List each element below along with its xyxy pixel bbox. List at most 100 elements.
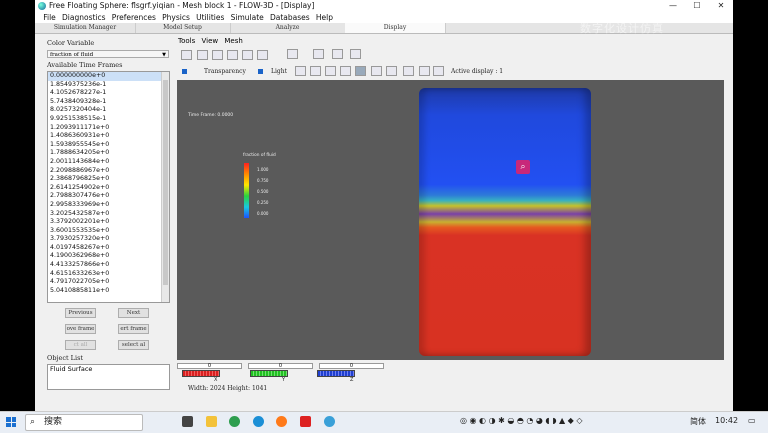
render-viewport[interactable]: Time Frame: 0.0000 fraction of fluid 1.0… [177,80,724,360]
task-view-icon[interactable] [182,416,193,427]
tab-display[interactable]: Display [345,23,446,33]
x-slider[interactable] [182,370,220,377]
time-frame-item[interactable]: 1.4086360931e+0 [48,132,163,141]
light-checkbox[interactable] [258,69,263,74]
menu-tools[interactable]: Tools [178,37,195,45]
time-frame-item[interactable]: 4.6151633263e+0 [48,270,163,279]
view-3d-icon[interactable] [340,66,351,76]
time-frame-item[interactable]: 2.3868796825e+0 [48,175,163,184]
menu-physics[interactable]: Physics [160,12,192,23]
notification-icon[interactable]: ▭ [748,416,756,425]
previous-button[interactable]: Previous [65,308,96,318]
time-frame-item[interactable]: 5.0410885811e+0 [48,287,163,296]
y-slider[interactable] [250,370,288,377]
pointer-icon[interactable] [257,50,268,60]
export-icon[interactable] [313,49,324,59]
view-xy-icon[interactable] [295,66,306,76]
tab-model-setup[interactable]: Model Setup [135,23,231,33]
time-frame-item[interactable]: 4.7917022705e+0 [48,278,163,287]
y-value-field[interactable]: 0 [248,363,313,369]
object-item-fluid-surface[interactable]: Fluid Surface [48,365,169,374]
magnifier-icon[interactable]: ⌕ [516,160,530,174]
view-xz-icon[interactable] [325,66,336,76]
grid-icon[interactable] [403,66,414,76]
insert-frame-button[interactable]: ert frame [118,324,149,334]
time-frame-item[interactable]: 3.7930257320e+0 [48,235,163,244]
minimize-button[interactable]: — [661,0,685,12]
menu-mesh[interactable]: Mesh [224,37,242,45]
menu-databases[interactable]: Databases [268,12,312,23]
time-frames-list[interactable]: 0.000000000e+0 1.8549375236e-1 4.105267822… [47,71,170,303]
screenshot-icon[interactable] [332,49,343,59]
view-yz-icon[interactable] [310,66,321,76]
file-explorer-icon[interactable] [206,416,217,427]
time-frame-item[interactable]: 3.6001553535e+0 [48,227,163,236]
ime-indicator[interactable]: 简体 [690,416,706,427]
close-button[interactable]: ✕ [709,0,733,12]
save-icon[interactable] [212,50,223,60]
menu-file[interactable]: File [41,12,58,23]
z-value-field[interactable]: 0 [319,363,384,369]
menu-preferences[interactable]: Preferences [110,12,158,23]
time-frame-item[interactable]: 1.2093911171e+0 [48,124,163,133]
menu-help[interactable]: Help [314,12,335,23]
display-menu: Tools View Mesh [178,37,247,45]
open-icon[interactable] [197,50,208,60]
select-all-button[interactable]: ct all [65,340,96,350]
chrome-icon[interactable] [229,416,240,427]
time-frame-item[interactable]: 1.8549375236e-1 [48,81,163,90]
brush-icon[interactable] [181,50,192,60]
menu-utilities[interactable]: Utilities [194,12,226,23]
move-frame-button[interactable]: ove frame [65,324,96,334]
tab-simulation-manager[interactable]: Simulation Manager [35,23,136,33]
edge-icon[interactable] [253,416,264,427]
time-frame-item[interactable]: 1.5938955545e+0 [48,141,163,150]
windows-start-icon[interactable] [6,417,16,427]
maximize-button[interactable]: ☐ [685,0,709,12]
time-frame-item[interactable]: 2.0011143684e+0 [48,158,163,167]
window-icon[interactable] [350,49,361,59]
color-variable-select[interactable]: fraction of fluid ▼ [47,50,169,58]
flow3d-taskbar-icon[interactable] [324,416,335,427]
flip-icon[interactable] [371,66,382,76]
image-icon[interactable] [287,49,298,59]
time-frame-item[interactable]: 9.9251538515e-1 [48,115,163,124]
fit-icon[interactable] [386,66,397,76]
time-frame-item[interactable]: 1.7888634205e+0 [48,149,163,158]
scroll-thumb[interactable] [163,80,168,285]
time-frame-item[interactable]: 4.1052678227e-1 [48,89,163,98]
menu-diagnostics[interactable]: Diagnostics [60,12,108,23]
menu-simulate[interactable]: Simulate [229,12,266,23]
time-frame-item[interactable]: 3.2025432587e+0 [48,210,163,219]
rotate-icon[interactable] [355,66,366,76]
time-frame-item[interactable]: 5.7438409328e-1 [48,98,163,107]
tray-icons[interactable]: ◎ ◉ ◐ ◑ ✱ ◒ ◓ ◔ ◕ ◖ ◗ ▲ ◆ ◇ [460,416,583,425]
time-frame-item[interactable]: 2.7988307476e+0 [48,192,163,201]
time-frame-item[interactable]: 2.9958333969e+0 [48,201,163,210]
time-frame-item[interactable]: 8.0257320404e-1 [48,106,163,115]
time-frame-item[interactable]: 4.0197458267e+0 [48,244,163,253]
x-value-field[interactable]: 0 [177,363,242,369]
z-slider[interactable] [317,370,355,377]
firefox-icon[interactable] [276,416,287,427]
time-frame-item[interactable]: 0.000000000e+0 [48,72,163,81]
taskbar-search-box[interactable]: ⌕ 搜索 [25,414,143,431]
palette-icon[interactable] [419,66,430,76]
menu-view[interactable]: View [201,37,218,45]
app-icon-red[interactable] [300,416,311,427]
object-list[interactable]: Fluid Surface [47,364,170,390]
time-frame-item[interactable]: 2.2098886967e+0 [48,167,163,176]
time-list-scrollbar[interactable] [161,72,169,302]
picture-icon[interactable] [433,66,444,76]
transparency-checkbox[interactable] [182,69,187,74]
time-frame-item[interactable]: 3.3792002201e+0 [48,218,163,227]
link-icon[interactable] [227,50,238,60]
clock[interactable]: 10:42 [715,416,738,425]
chain-icon[interactable] [242,50,253,60]
next-button[interactable]: Next [118,308,149,318]
time-frame-item[interactable]: 4.4133257866e+0 [48,261,163,270]
time-frame-item[interactable]: 4.1900362968e+0 [48,252,163,261]
deselect-all-button[interactable]: select al [118,340,149,350]
tab-analyze[interactable]: Analyze [230,23,346,33]
time-frame-item[interactable]: 2.6141254902e+0 [48,184,163,193]
